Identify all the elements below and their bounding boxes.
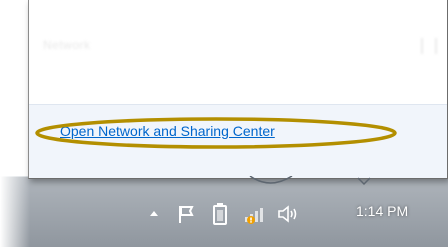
network-list: Network [29, 0, 447, 104]
signal-strength-icon [421, 38, 437, 54]
battery-button[interactable] [208, 202, 232, 226]
network-list-item[interactable]: Network [37, 30, 407, 64]
popup-footer [29, 104, 447, 178]
clock[interactable]: 1:14 PM [356, 203, 408, 219]
network-warning-icon [245, 208, 263, 224]
volume-button[interactable] [276, 202, 300, 226]
network-button[interactable] [242, 202, 266, 226]
show-hidden-icons-button[interactable] [142, 202, 166, 226]
volume-icon [278, 205, 297, 223]
taskbar-fade [0, 176, 30, 247]
open-network-and-sharing-center-link[interactable]: Open Network and Sharing Center [60, 123, 275, 139]
network-popup: Network [28, 0, 448, 179]
battery-icon [213, 203, 227, 225]
popup-anchor-decoration [249, 176, 371, 186]
action-center-button[interactable] [174, 202, 198, 226]
network-name: Network [43, 38, 91, 52]
chevron-up-icon [150, 211, 158, 216]
flag-icon [179, 206, 194, 223]
